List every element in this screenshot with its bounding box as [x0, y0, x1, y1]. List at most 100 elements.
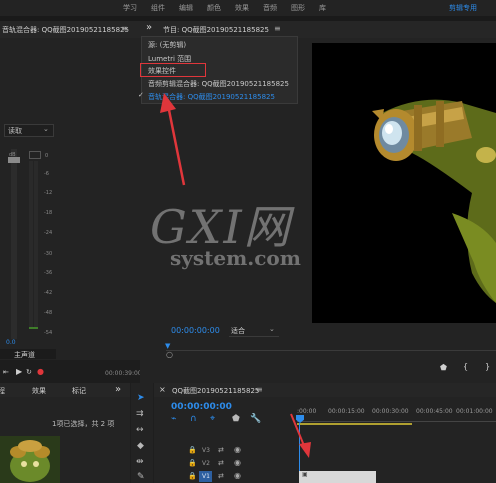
track-label: V2 — [202, 460, 210, 467]
track-label: V1 — [202, 473, 210, 480]
tab-effects[interactable]: 效果 — [32, 386, 46, 396]
workspace-tab-graphics[interactable]: 图形 — [291, 3, 305, 13]
video-clip[interactable]: ▣ — [299, 471, 376, 483]
eye-icon[interactable]: ◉ — [234, 458, 241, 467]
chevron-down-icon: ⌄ — [269, 325, 275, 333]
watermark-subtitle: system.com — [170, 246, 301, 270]
fit-zoom-label: 适合 — [231, 327, 245, 335]
snap-icon[interactable]: ⌁ — [171, 414, 176, 424]
eye-icon[interactable]: ◉ — [234, 471, 241, 480]
workspace-tab-color[interactable]: 颜色 — [207, 3, 221, 13]
program-scrub-bar[interactable] — [166, 350, 496, 351]
tab-project[interactable]: 程 — [0, 386, 5, 396]
highlight-box — [140, 63, 206, 77]
record-icon[interactable]: ● — [37, 367, 44, 376]
fx-icon: ▣ — [302, 471, 308, 478]
checkmark-icon: ✓ — [138, 91, 144, 99]
peak-indicator — [29, 151, 41, 159]
playhead-circle-icon[interactable]: ○ — [166, 350, 173, 359]
video-frame — [312, 43, 496, 323]
mark-in-icon[interactable]: { — [463, 362, 468, 371]
sync-lock-icon[interactable]: ⇄ — [218, 472, 224, 480]
audio-track-mixer-panel: 音轨混合器: QQ截图20190521185825 ≡ 读取 ⌄ dB 0 -6… — [0, 21, 158, 383]
program-timecode[interactable]: 00:00:00:00 — [171, 326, 220, 335]
db-label: -42 — [44, 290, 53, 296]
db-label: -48 — [44, 310, 53, 316]
track-header-v2: 🔒 V2 ⇄ ◉ — [184, 458, 294, 470]
workspace-tab-custom[interactable]: 剪辑专用 — [449, 3, 477, 13]
selection-tool-icon[interactable]: ➤ — [137, 393, 145, 403]
add-marker-icon[interactable]: ⬟ — [232, 414, 240, 424]
db-label: -30 — [44, 251, 53, 257]
panel-header: × QQ截图20190521185825 ≡ — [154, 383, 496, 397]
sequence-tab[interactable]: QQ截图20190521185825 — [172, 386, 259, 396]
lock-icon[interactable]: 🔒 — [188, 472, 197, 480]
annotation-arrow — [160, 93, 186, 186]
panel-menu-icon[interactable]: ≡ — [121, 24, 128, 33]
pen-tool-icon[interactable]: ✎ — [137, 472, 145, 482]
slip-tool-icon[interactable]: ⇹ — [136, 457, 144, 467]
annotation-arrow — [290, 413, 311, 458]
wrench-icon[interactable]: 🔧 — [250, 414, 261, 424]
workspace-tab-edit[interactable]: 编辑 — [179, 3, 193, 13]
eye-icon[interactable]: ◉ — [234, 445, 241, 454]
db-label: -18 — [44, 210, 53, 216]
collapse-panels-icon[interactable]: » — [146, 22, 152, 33]
sync-lock-icon[interactable]: ⇄ — [218, 459, 224, 467]
workspace-tab-audio[interactable]: 音频 — [263, 3, 277, 13]
tools-panel: ➤ ⇉ ↔ ◆ ⇹ ✎ — [131, 383, 153, 483]
sync-lock-icon[interactable]: ⇄ — [218, 446, 224, 454]
timeline-panel: × QQ截图20190521185825 ≡ 00:00:00:00 ⌁ ∩ ⌖… — [154, 383, 496, 483]
fit-zoom-select[interactable]: 适合 ⌄ — [229, 325, 279, 337]
db-label: 0 — [45, 153, 49, 159]
close-icon[interactable]: × — [159, 385, 166, 394]
mark-out-icon[interactable]: } — [485, 362, 490, 371]
volume-fader-track[interactable] — [11, 149, 17, 339]
ripple-edit-tool-icon[interactable]: ↔ — [136, 425, 144, 435]
tab-markers[interactable]: 标记 — [72, 386, 86, 396]
db-label: dB — [9, 152, 16, 158]
time-ruler[interactable]: :00:00 00:00:15:00 00:00:30:00 00:00:45:… — [297, 401, 496, 425]
master-track-tab[interactable]: 主声道 — [0, 349, 56, 359]
linked-selection-icon[interactable]: ∩ — [190, 414, 197, 424]
playhead-marker-icon[interactable]: ▼ — [165, 342, 170, 350]
collapse-panels-icon[interactable]: » — [115, 384, 121, 395]
workspace-tab-learn[interactable]: 学习 — [123, 3, 137, 13]
mixer-footer: ⇤ ▶ ↻ ● 00:00:39:00 — [0, 360, 158, 383]
panel-header: 程 效果 标记 » — [0, 383, 130, 397]
meter-level-fill — [29, 327, 38, 329]
panel-header: 音轨混合器: QQ截图20190521185825 ≡ — [0, 21, 158, 38]
db-label: -54 — [44, 330, 53, 336]
razor-tool-icon[interactable]: ◆ — [137, 441, 144, 451]
track-label: V3 — [202, 447, 210, 454]
workspace-tab-effects[interactable]: 效果 — [235, 3, 249, 13]
track-header-v3: 🔒 V3 ⇄ ◉ — [184, 445, 294, 457]
automation-mode-select[interactable]: 读取 ⌄ — [4, 124, 54, 137]
lock-icon[interactable]: 🔒 — [188, 446, 197, 454]
ruler-baseline — [297, 421, 496, 422]
track-volume-value[interactable]: 0.0 — [6, 339, 16, 346]
track-header-v1: 🔒 V1 ⇄ ◉ — [184, 471, 294, 483]
panel-menu-icon[interactable]: ≡ — [256, 385, 263, 394]
track-select-tool-icon[interactable]: ⇉ — [136, 409, 144, 419]
character-image — [372, 99, 496, 304]
menu-item-source[interactable]: 源: (无剪辑) — [148, 40, 186, 50]
db-label: -24 — [44, 230, 53, 236]
play-icon[interactable]: ▶ — [16, 367, 22, 376]
loop-icon[interactable]: ↻ — [26, 368, 32, 376]
panel-menu-icon[interactable]: ≡ — [274, 24, 281, 33]
insert-track-icon[interactable]: ⌖ — [210, 414, 215, 424]
db-label: -36 — [44, 270, 53, 276]
db-label: -6 — [44, 171, 49, 177]
workspace-tab-libraries[interactable]: 库 — [319, 3, 326, 13]
chevron-down-icon: ⌄ — [43, 125, 49, 133]
add-marker-icon[interactable]: ⬟ — [440, 363, 447, 372]
panel-title[interactable]: 音轨混合器: QQ截图20190521185825 — [2, 25, 129, 35]
workspace-tab-assembly[interactable]: 组件 — [151, 3, 165, 13]
lock-icon[interactable]: 🔒 — [188, 459, 197, 467]
clip-thumbnail[interactable] — [0, 436, 60, 483]
clip-thumbnail-image — [0, 436, 60, 483]
panel-title[interactable]: 节目: QQ截图20190521185825 — [163, 25, 269, 35]
skip-back-icon[interactable]: ⇤ — [3, 368, 9, 376]
timeline-timecode[interactable]: 00:00:00:00 — [171, 402, 232, 412]
